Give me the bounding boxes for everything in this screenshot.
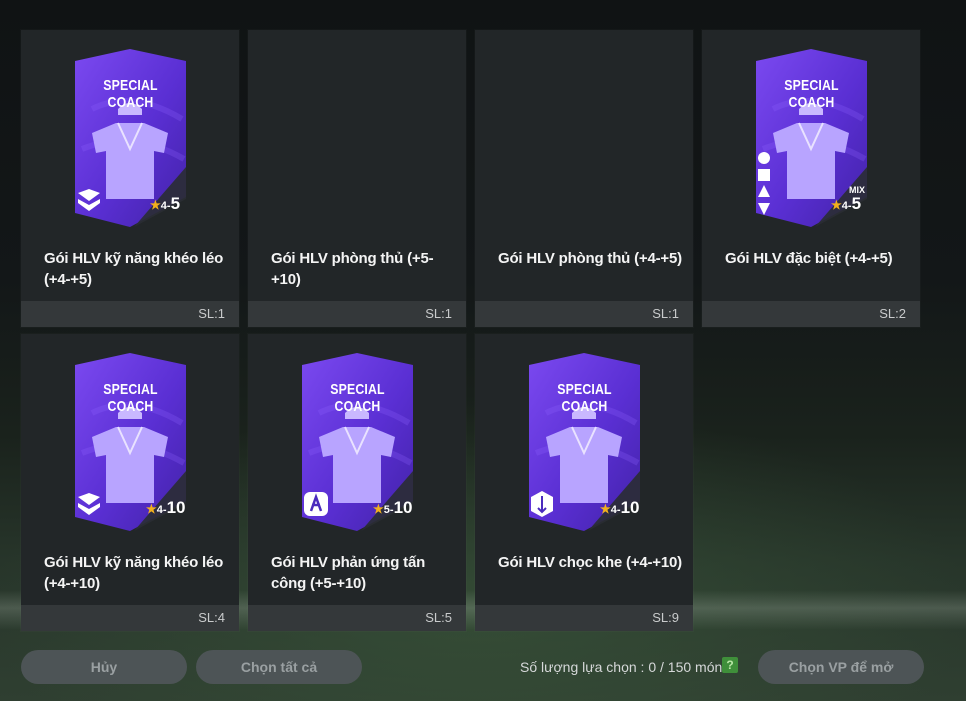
- star-icon: ★: [146, 502, 157, 516]
- attack-reaction-icon: [304, 492, 328, 516]
- pack-footer: SL:4: [21, 605, 239, 631]
- pack-footer: SL:1: [475, 301, 693, 327]
- special-coach-card: SPECIAL COACH ★4-10: [72, 353, 189, 533]
- pack-tile[interactable]: SPECIAL COACH MIX ★4-5 Gói HLV đặc biệt …: [702, 30, 920, 327]
- rating-range: ★4-5: [150, 194, 180, 214]
- card-label: SPECIAL COACH: [330, 381, 385, 415]
- pack-title: Gói HLV đặc biệt (+4-+5): [725, 250, 893, 267]
- rating-range: ★4-10: [600, 498, 639, 518]
- rating-max: 10: [620, 498, 640, 517]
- pack-tile[interactable]: SPECIAL COACH ★4-10 Gói HLV chọc khe (+4…: [475, 334, 693, 631]
- pack-tile[interactable]: SPECIAL COACH ★4-5 Gói HLV kỹ năng khéo …: [21, 30, 239, 327]
- pack-title: Gói HLV chọc khe (+4-+10): [498, 554, 682, 571]
- pack-title: Gói HLV phòng thủ (+4-+5): [498, 250, 682, 267]
- select-all-button[interactable]: Chọn tất cả: [196, 650, 362, 684]
- mixed-skills-icon: [758, 152, 770, 215]
- rating-max: 10: [166, 498, 186, 517]
- pack-count: SL:1: [652, 306, 679, 321]
- pack-count: SL:1: [198, 306, 225, 321]
- open-selected-button[interactable]: Chọn VP để mở: [758, 650, 924, 684]
- pack-footer: SL:1: [248, 301, 466, 327]
- dribble-skill-icon: [78, 189, 100, 211]
- star-icon: ★: [831, 198, 842, 212]
- pack-tile[interactable]: SPECIAL COACH ★4-10 Gói HLV kỹ năng khéo…: [21, 334, 239, 631]
- rating-range: ★4-10: [146, 498, 185, 518]
- pack-title: Gói HLV phòng thủ (+5-+10): [271, 250, 434, 288]
- dribble-skill-icon: [78, 493, 100, 515]
- pack-title: Gói HLV phản ứng tấn công (+5-+10): [271, 554, 426, 592]
- pack-tile[interactable]: SPECIAL COACH ★5-10 Gói HLV phản ứng tấn…: [248, 334, 466, 631]
- star-icon: ★: [150, 198, 161, 212]
- pack-title: Gói HLV kỹ năng khéo léo (+4-+5): [44, 250, 224, 288]
- pack-count: SL:1: [425, 306, 452, 321]
- pack-count: SL:2: [879, 306, 906, 321]
- card-label: SPECIAL COACH: [103, 381, 158, 415]
- rating-max: 10: [393, 498, 413, 517]
- card-label: SPECIAL COACH: [557, 381, 612, 415]
- special-coach-card: SPECIAL COACH ★4-10: [526, 353, 643, 533]
- pack-count: SL:9: [652, 610, 679, 625]
- rating-max: 5: [170, 194, 181, 213]
- cancel-button[interactable]: Hủy: [21, 650, 187, 684]
- pack-tile[interactable]: Gói HLV phòng thủ (+5-+10) SL:1: [248, 30, 466, 327]
- special-coach-card: SPECIAL COACH ★5-10: [299, 353, 416, 533]
- card-label: SPECIAL COACH: [784, 77, 839, 111]
- help-icon[interactable]: ?: [722, 657, 738, 673]
- card-label: SPECIAL COACH: [103, 77, 158, 111]
- pack-footer: SL:1: [21, 301, 239, 327]
- rating-range: ★5-10: [373, 498, 412, 518]
- rating-max: 5: [851, 194, 862, 213]
- pack-footer: SL:5: [248, 605, 466, 631]
- star-icon: ★: [373, 502, 384, 516]
- special-coach-card: SPECIAL COACH ★4-5: [72, 49, 189, 229]
- pack-title: Gói HLV kỹ năng khéo léo (+4-+10): [44, 554, 224, 592]
- pack-count: SL:4: [198, 610, 225, 625]
- pack-count: SL:5: [425, 610, 452, 625]
- pack-footer: SL:2: [702, 301, 920, 327]
- star-icon: ★: [600, 502, 611, 516]
- special-coach-card: SPECIAL COACH MIX ★4-5: [753, 49, 870, 229]
- through-pass-icon: [531, 491, 553, 517]
- selection-count: Số lượng lựa chọn : 0 / 150 món: [520, 659, 723, 675]
- rating-range: ★4-5: [831, 194, 861, 214]
- pack-tile[interactable]: Gói HLV phòng thủ (+4-+5) SL:1: [475, 30, 693, 327]
- pack-footer: SL:9: [475, 605, 693, 631]
